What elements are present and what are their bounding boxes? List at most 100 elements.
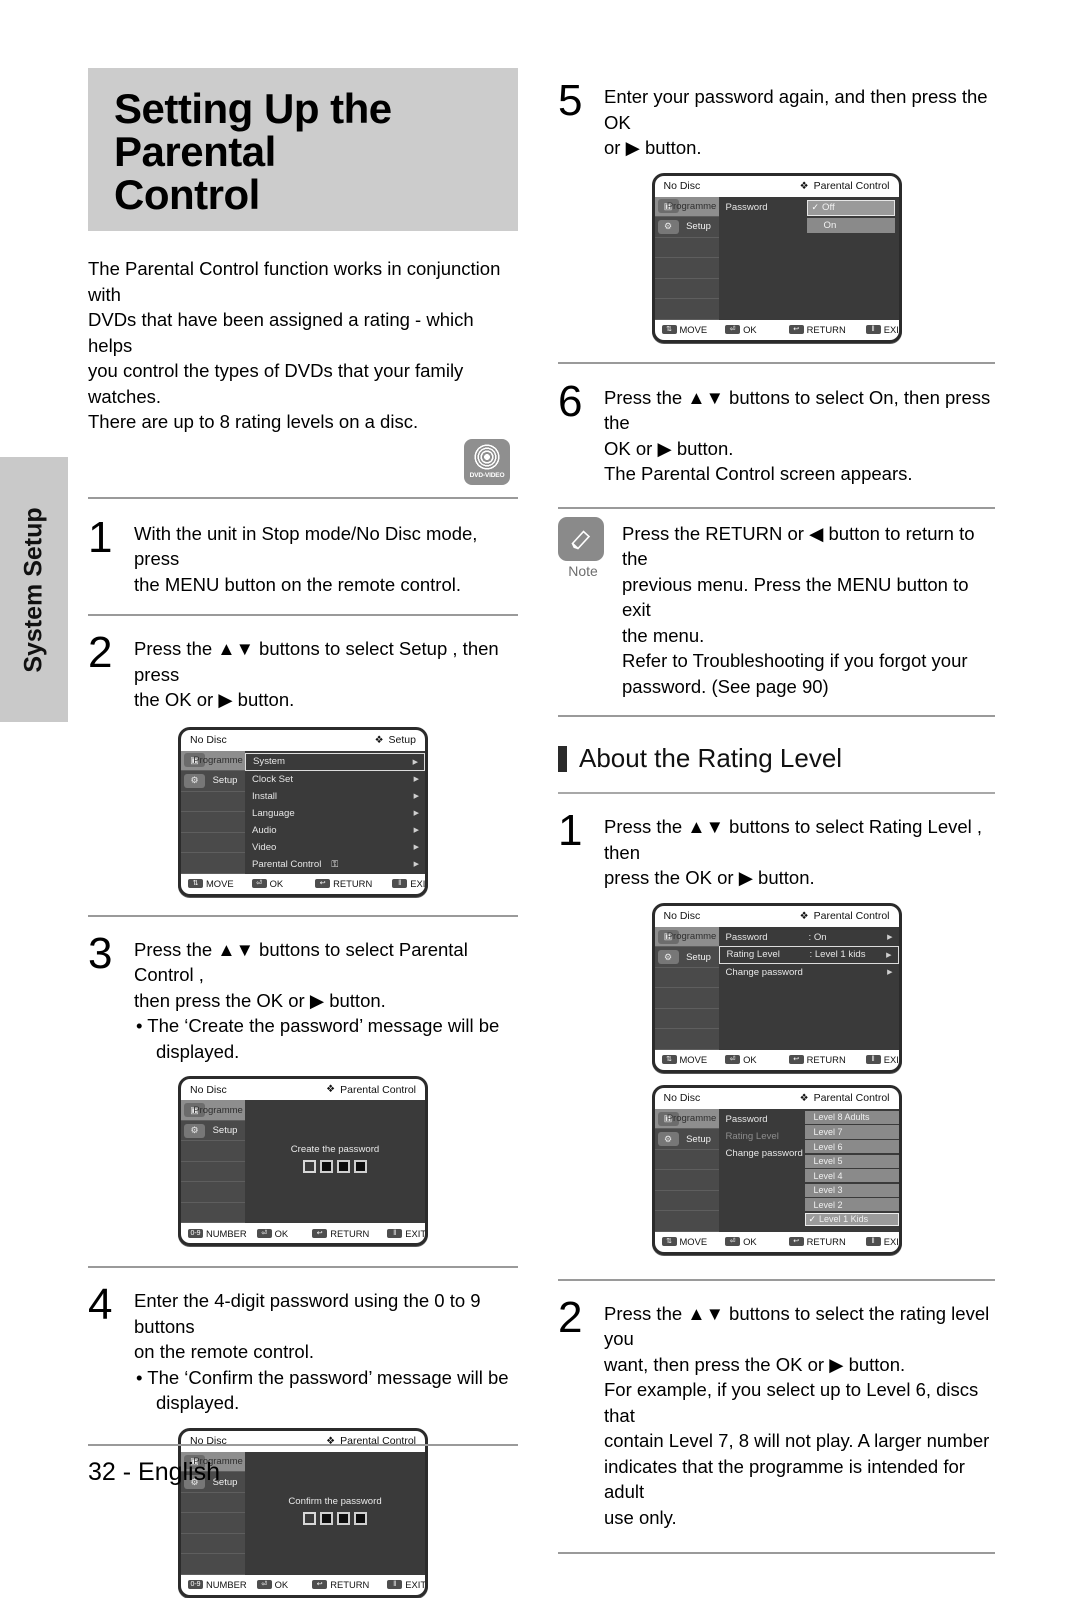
rating-step-1-text: Press the ▲▼ buttons to select Rating Le…	[604, 808, 995, 891]
osd-sidebar: ▣ Programme ⚙ Setup	[181, 750, 245, 874]
rating-option-level-5[interactable]: Level 5	[804, 1154, 899, 1168]
note-line-2: previous menu. Press the MENU button to …	[622, 573, 969, 621]
gear-icon: ⚙	[184, 1123, 205, 1138]
rating-option-level-8[interactable]: Level 8 Adults	[804, 1110, 899, 1124]
sidebar-item-setup[interactable]: ⚙ Setup	[654, 947, 719, 968]
sidebar-item-programme[interactable]: ▣ Programme	[654, 196, 719, 218]
menu-item-change-password[interactable]: Change password ▶	[719, 964, 899, 981]
osd-sidebar: ▣ Programme ⚙ Setup	[181, 1100, 245, 1224]
sidebar-item-setup[interactable]: ⚙ Setup	[181, 1121, 245, 1142]
osd-context: ❖ Setup	[375, 734, 416, 746]
osd-rating-level-list[interactable]: No Disc ❖ Parental Control ▣ Programme ⚙…	[651, 1084, 902, 1255]
osd-menu-list: System ▶ Clock Set ▶ Install ▶ Language …	[245, 750, 425, 874]
key-ok-label: OK	[743, 1236, 757, 1248]
sidebar-item-programme[interactable]: ▣ Programme	[181, 750, 245, 772]
chevron-right-icon: ▶	[413, 844, 419, 852]
password-prompt: Create the password	[245, 1144, 425, 1174]
password-entry-area: Create the password	[245, 1100, 425, 1224]
key-move-label: MOVE	[679, 1236, 708, 1248]
sidebar-item-programme-label: Programme	[193, 754, 243, 766]
password-digit-boxes[interactable]	[245, 1160, 425, 1174]
step-5-text: Enter your password again, and then pres…	[604, 78, 995, 161]
option-off[interactable]: ✓ Off	[806, 199, 895, 216]
password-digit-2[interactable]	[320, 1160, 333, 1174]
exit-key-icon: ‖	[387, 1580, 403, 1590]
key-exit: ‖ EXIT	[387, 1228, 425, 1239]
rating-option-level-3[interactable]: Level 3	[804, 1183, 899, 1197]
rating-option-level-4[interactable]: Level 4	[804, 1169, 899, 1183]
step-4-line-2: on the remote control.	[134, 1341, 314, 1363]
menu-item-clock-set[interactable]: Clock Set ▶	[245, 771, 425, 788]
osd-parental-control-menu[interactable]: No Disc ❖ Parental Control ▣ Programme ⚙…	[651, 902, 902, 1073]
osd-title-bar: No Disc ❖ Parental Control	[654, 1087, 899, 1109]
gear-icon: ⚙	[657, 950, 679, 965]
osd-disc-state: No Disc	[663, 910, 701, 923]
rating-option-level-7[interactable]: Level 7	[804, 1125, 899, 1139]
key-ok-label: OK	[743, 1054, 757, 1066]
sidebar-item-programme[interactable]: ▣ Programme	[654, 926, 719, 948]
sidebar-filler	[654, 988, 719, 1009]
sidebar-filler	[181, 1534, 245, 1555]
sidebar-item-setup[interactable]: ⚙ Setup	[654, 1129, 719, 1150]
menu-item-parental-control-label: Parental Control	[252, 858, 322, 870]
key-move-label: MOVE	[679, 1054, 708, 1066]
password-digit-3[interactable]	[337, 1160, 350, 1174]
diamond-icon: ❖	[799, 1092, 809, 1104]
check-icon: ✓	[811, 202, 820, 213]
rating-step-1-line-1: Press the ▲▼ buttons to select Rating Le…	[604, 816, 983, 863]
password-prompt-label: Confirm the password	[288, 1495, 382, 1507]
menu-item-language[interactable]: Language ▶	[245, 805, 425, 822]
gear-icon: ⚙	[657, 1132, 679, 1147]
move-key-icon: ⇅	[661, 1055, 677, 1065]
page-number: 32 - English	[88, 1458, 221, 1486]
osd-disc-state: No Disc	[190, 1083, 227, 1096]
step-5: 5 Enter your password again, and then pr…	[558, 78, 995, 161]
rating-option-level-1[interactable]: ✓ Level 1 Kids	[804, 1212, 899, 1226]
osd-password-toggle[interactable]: No Disc ❖ Parental Control ▣ Programme ⚙…	[651, 172, 902, 343]
intro-line-3: you control the types of DVDs that your …	[88, 360, 464, 407]
sidebar-item-setup[interactable]: ⚙ Setup	[654, 217, 719, 238]
sidebar-item-programme[interactable]: ▣ Programme	[181, 1100, 245, 1121]
gear-icon: ⚙	[184, 773, 205, 788]
step-4-bullet-1: • The ‘Confirm the password’ message wil…	[136, 1366, 509, 1388]
password-digit-3[interactable]	[337, 1511, 350, 1525]
menu-item-install[interactable]: Install ▶	[245, 788, 425, 805]
menu-item-password[interactable]: Password : On ▶	[719, 929, 899, 946]
osd-create-password[interactable]: No Disc ❖ Parental Control ▣ Programme ⚙…	[178, 1076, 428, 1247]
key-number: 0-9 NUMBER	[188, 1228, 247, 1239]
password-digit-2[interactable]	[320, 1511, 333, 1525]
rating-step-1-line-2: press the OK or ▶ button.	[604, 867, 815, 889]
password-digit-boxes[interactable]	[245, 1511, 425, 1525]
password-digit-1[interactable]	[303, 1160, 316, 1174]
rating-level-options[interactable]: Level 8 Adults Level 7 Level 6 Level 5 L	[804, 1110, 899, 1228]
password-options-popup[interactable]: ✓ Off On	[806, 199, 895, 235]
step-1-line-2: the MENU button on the remote control.	[134, 573, 462, 595]
step-6-line-3: The Parental Control screen appears.	[604, 463, 913, 485]
divider	[88, 1266, 518, 1269]
osd-setup-menu[interactable]: No Disc ❖ Setup ▣ Programme ⚙ Setup Syst…	[178, 726, 428, 897]
step-4-text: Enter the 4-digit password using the 0 t…	[134, 1282, 518, 1416]
sidebar-filler	[654, 279, 719, 300]
menu-item-audio[interactable]: Audio ▶	[245, 822, 425, 839]
rating-option-level-2[interactable]: Level 2	[804, 1198, 899, 1212]
rating-option-level-6[interactable]: Level 6	[804, 1139, 899, 1154]
option-on[interactable]: On	[806, 217, 895, 233]
menu-item-rating-level[interactable]: Rating Level : Level 1 kids ▶	[718, 945, 899, 964]
password-digit-4[interactable]	[354, 1160, 367, 1174]
password-digit-1[interactable]	[303, 1511, 316, 1525]
osd-menu-list: Password ✓ Off On	[718, 196, 899, 320]
divider	[88, 614, 518, 617]
sidebar-item-setup[interactable]: ⚙ Setup	[181, 771, 245, 792]
sidebar-filler	[181, 1182, 245, 1203]
password-digit-4[interactable]	[354, 1511, 367, 1525]
option-off-label: Off	[822, 202, 835, 214]
menu-item-parental-control[interactable]: Parental Control ⚿ ▶	[245, 856, 425, 873]
menu-item-video[interactable]: Video ▶	[245, 839, 425, 856]
menu-item-system[interactable]: System ▶	[245, 752, 425, 771]
return-key-icon: ↩	[788, 1237, 804, 1247]
gear-icon: ⚙	[657, 219, 679, 234]
left-column: Setting Up the Parental Control The Pare…	[88, 68, 518, 1598]
key-move-label: MOVE	[206, 878, 234, 890]
password-prompt-label: Create the password	[290, 1144, 380, 1156]
sidebar-item-programme[interactable]: ▣ Programme	[654, 1108, 719, 1130]
